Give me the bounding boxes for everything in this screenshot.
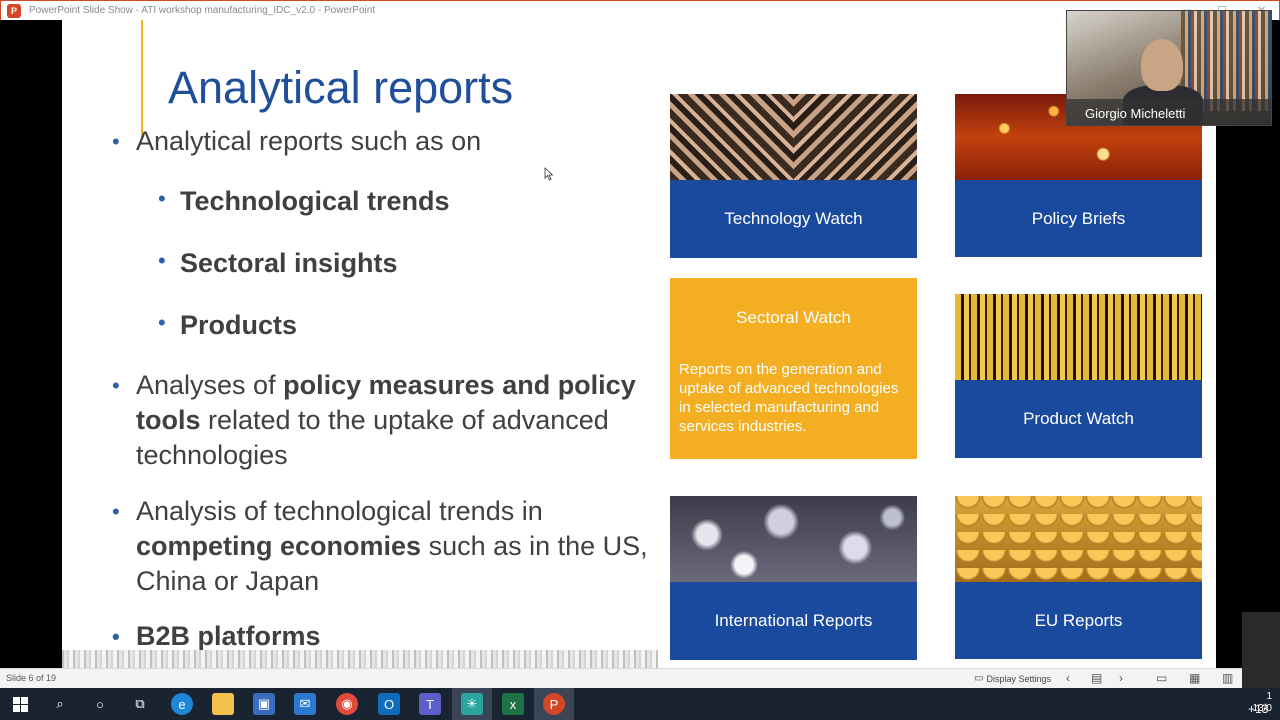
teams-icon[interactable]: T — [419, 693, 441, 715]
tile-label: Product Watch — [955, 380, 1202, 458]
display-settings-button[interactable]: ▭ Display Settings — [974, 673, 1051, 684]
tile-technology-watch: Technology Watch — [670, 94, 917, 258]
participant-name: Giorgio Micheletti — [1067, 99, 1271, 125]
display-settings-label: Display Settings — [986, 673, 1051, 684]
window-title: PowerPoint Slide Show - ATI workshop man… — [29, 5, 376, 16]
tile-eu-reports: EU Reports — [955, 496, 1202, 659]
app-icon[interactable]: ✳ — [461, 693, 483, 715]
tile-image-international — [670, 496, 917, 582]
slideshow-statusbar: Slide 6 of 19 ▭ Display Settings ‹ ▤ › ▭… — [0, 668, 1280, 688]
file-explorer-icon[interactable] — [212, 693, 234, 715]
bullet-b2b-platforms: B2B platforms — [112, 619, 662, 654]
powerpoint-taskbar-icon[interactable]: P — [543, 693, 565, 715]
tile-description: Reports on the generation and uptake of … — [679, 361, 899, 435]
sub-bullet-products: Products — [158, 310, 297, 341]
excel-icon[interactable]: x — [502, 693, 524, 715]
slide-sorter-icon[interactable]: ▦ — [1189, 671, 1200, 685]
title-accent-line — [141, 20, 143, 138]
tile-international-reports: International Reports — [670, 496, 917, 660]
participant-video[interactable]: Giorgio Micheletti — [1066, 10, 1272, 126]
normal-view-icon[interactable]: ▭ — [1156, 671, 1167, 685]
task-view-icon[interactable]: ⧉ — [129, 693, 151, 715]
slide-menu-icon[interactable]: ▤ — [1091, 671, 1102, 685]
windows-start-icon[interactable] — [9, 693, 31, 715]
slide-title: Analytical reports — [168, 62, 514, 113]
slide-counter: Slide 6 of 19 — [6, 673, 57, 683]
screen: P PowerPoint Slide Show - ATI workshop m… — [0, 0, 1280, 720]
sub-bullet-technological-trends: Technological trends — [158, 186, 450, 217]
tile-label: International Reports — [670, 582, 917, 660]
tile-label: EU Reports — [955, 582, 1202, 659]
outlook-icon[interactable]: O — [378, 693, 400, 715]
previous-slide-icon[interactable]: ‹ — [1066, 671, 1070, 685]
tile-label: Sectoral Watch — [736, 308, 851, 327]
edge-icon[interactable]: e — [171, 693, 193, 715]
footer-decoration — [62, 650, 658, 668]
chrome-icon[interactable]: ◉ — [336, 693, 358, 715]
slide[interactable]: Analytical reports Analytical reports su… — [62, 20, 1216, 668]
windows-taskbar: ⌕ ○ ⧉ e ▣ ✉ ◉ O T ✳ x P 1 13/0 — [0, 688, 1280, 720]
bullet-analytical-reports: Analytical reports such as on — [112, 124, 662, 159]
reading-view-icon[interactable]: ▥ — [1222, 671, 1233, 685]
sub-bullet-sectoral-insights: Sectoral insights — [158, 248, 398, 279]
tile-label: Policy Briefs — [955, 180, 1202, 257]
monitor-icon: ▭ — [974, 673, 984, 684]
tile-image-eu — [955, 496, 1202, 582]
powerpoint-icon: P — [7, 3, 21, 18]
store-icon[interactable]: ▣ — [253, 693, 275, 715]
overflow-badge[interactable]: +13 — [1248, 702, 1268, 716]
tile-sectoral-watch: Sectoral Watch Reports on the generation… — [670, 278, 917, 459]
tile-label: Technology Watch — [670, 180, 917, 258]
notification-panel[interactable] — [1242, 612, 1280, 688]
mouse-cursor-icon — [544, 167, 554, 181]
cortana-icon[interactable]: ○ — [89, 693, 111, 715]
tile-image-technology — [670, 94, 917, 180]
tile-product-watch: Product Watch — [955, 294, 1202, 458]
mail-icon[interactable]: ✉ — [294, 693, 316, 715]
next-slide-icon[interactable]: › — [1119, 671, 1123, 685]
participant-face — [1141, 39, 1183, 91]
bullet-policy-analyses: Analyses of policy measures and policy t… — [112, 368, 662, 473]
search-icon[interactable]: ⌕ — [49, 693, 71, 715]
tile-image-product — [955, 294, 1202, 380]
bullet-competing-economies: Analysis of technological trends in comp… — [112, 494, 662, 599]
